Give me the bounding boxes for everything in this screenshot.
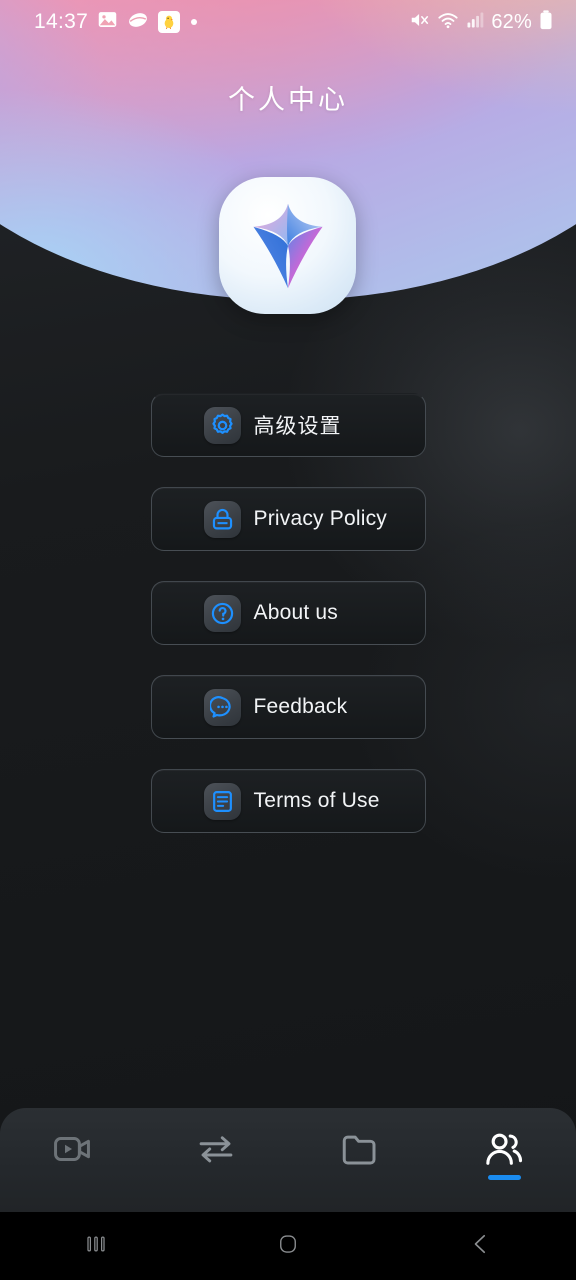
back-chevron-icon	[465, 1229, 495, 1264]
battery-icon	[538, 9, 554, 36]
bottom-tab-bar	[0, 1108, 576, 1212]
gear-icon	[203, 406, 241, 444]
users-icon	[482, 1128, 526, 1177]
document-icon	[203, 782, 241, 820]
chat-icon	[203, 688, 241, 726]
status-bar-right: 62%	[409, 9, 554, 36]
mute-icon	[409, 9, 431, 36]
folder-icon	[339, 1128, 381, 1175]
wifi-icon	[437, 9, 459, 36]
sparkle-icon	[252, 203, 323, 288]
phone-screen: 14:37 62% 个人中心 高级设置 Privacy Policy About…	[0, 0, 576, 1280]
menu-item-label: 高级设置	[253, 415, 342, 438]
recents-button[interactable]	[56, 1212, 136, 1280]
menu-item-label: Privacy Policy	[253, 507, 387, 530]
battery-percent-label: 62%	[491, 10, 532, 33]
lock-icon	[203, 500, 241, 538]
menu-item-label: Feedback	[253, 695, 348, 718]
notification-dot-icon	[191, 19, 198, 25]
status-bar-clock: 14:37	[34, 10, 89, 33]
video-camera-icon	[51, 1128, 93, 1175]
menu-item-feedback[interactable]: Feedback	[150, 675, 426, 739]
menu-item-label: About us	[253, 601, 338, 624]
transfer-arrows-icon	[195, 1128, 237, 1175]
back-button[interactable]	[440, 1212, 520, 1280]
page-title: 个人中心	[228, 85, 348, 115]
tab-transfer[interactable]	[144, 1108, 288, 1212]
home-button[interactable]	[248, 1212, 328, 1280]
menu-item-about-us[interactable]: About us	[150, 581, 426, 645]
system-navigation-bar	[0, 1212, 576, 1280]
recents-icon	[81, 1229, 111, 1264]
question-icon	[203, 594, 241, 632]
tab-files[interactable]	[288, 1108, 432, 1212]
settings-menu-list: 高级设置 Privacy Policy About us Feedback Te…	[0, 393, 576, 833]
cellular-signal-icon	[465, 10, 485, 35]
tab-profile[interactable]	[432, 1108, 576, 1212]
app-sparkle-logo	[219, 177, 356, 314]
photo-icon	[97, 9, 118, 35]
menu-item-label: Terms of Use	[253, 789, 380, 812]
menu-item-terms-of-use[interactable]: Terms of Use	[150, 769, 426, 833]
tab-active-indicator	[487, 1175, 521, 1180]
tab-video[interactable]	[0, 1108, 144, 1212]
status-bar-left: 14:37	[34, 9, 198, 36]
home-icon	[273, 1229, 303, 1264]
menu-item-advanced-settings[interactable]: 高级设置	[150, 393, 426, 457]
menu-item-privacy-policy[interactable]: Privacy Policy	[150, 487, 426, 551]
chick-emoji-icon	[158, 11, 181, 33]
shell-icon	[127, 9, 149, 36]
status-bar: 14:37 62%	[0, 0, 576, 44]
